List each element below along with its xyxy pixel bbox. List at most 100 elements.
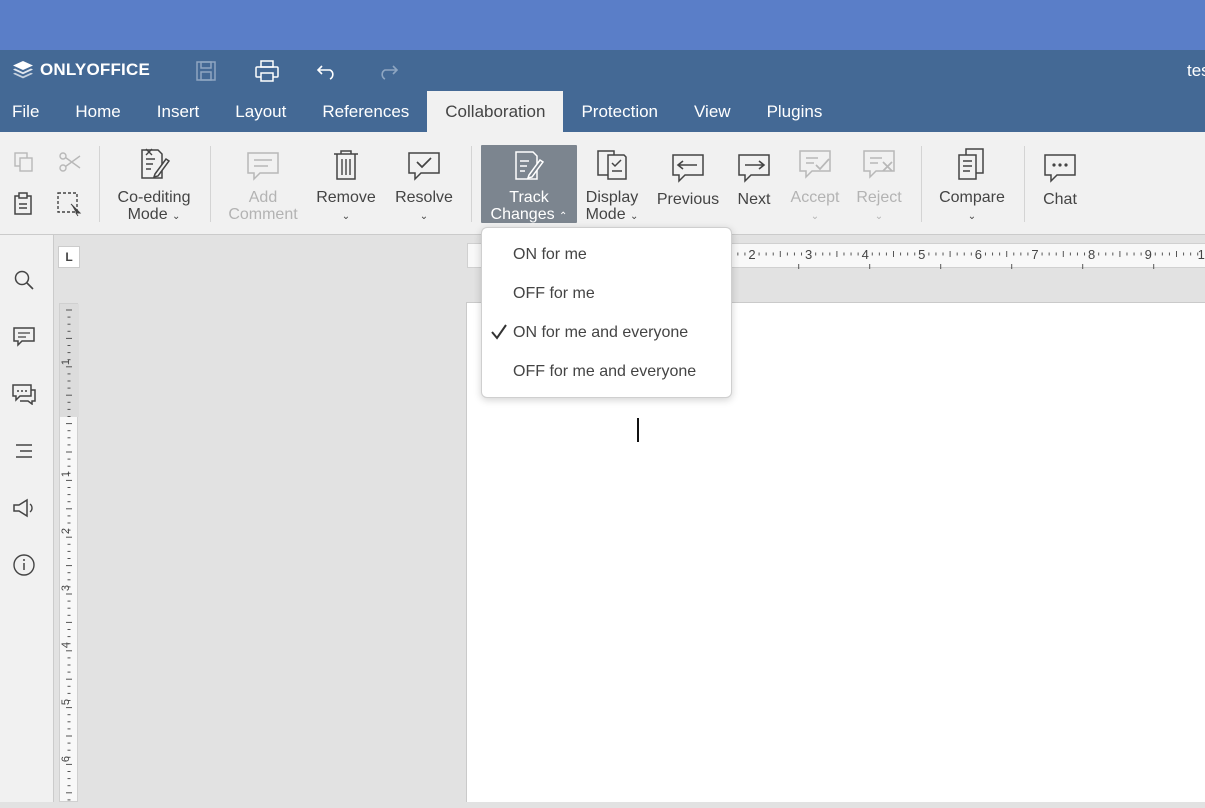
tab-protection[interactable]: Protection [563, 91, 676, 132]
toolbar-separator [921, 146, 922, 222]
accept-label: Accept [790, 189, 840, 206]
add-comment-icon [246, 145, 280, 181]
tab-view[interactable]: View [676, 91, 749, 132]
chevron-down-icon: ⌄ [630, 211, 639, 222]
previous-icon [671, 145, 705, 183]
ruler-number: 5 [918, 247, 925, 262]
cut-icon[interactable] [57, 149, 83, 175]
chat-icon [1043, 145, 1077, 183]
copy-icon[interactable] [11, 149, 37, 175]
display-mode-button[interactable]: Display Mode ⌄ [581, 145, 643, 223]
coediting-label-1: Co-editing [117, 189, 191, 206]
ruler-number: 1 [60, 359, 72, 365]
compare-icon [956, 145, 988, 181]
toolbar-separator [471, 146, 472, 222]
comments-icon[interactable] [10, 323, 38, 351]
ruler-number: 10 [1198, 247, 1205, 262]
info-icon[interactable] [10, 551, 38, 579]
reject-icon [862, 145, 896, 181]
tab-references[interactable]: References [304, 91, 427, 132]
ruler-number: 9 [1145, 247, 1152, 262]
next-icon [737, 145, 771, 183]
tab-home[interactable]: Home [57, 91, 138, 132]
ruler-number: 4 [862, 247, 869, 262]
resolve-button[interactable]: Resolve ⌄ [388, 145, 460, 223]
add-comment-button[interactable]: Add Comment [222, 145, 304, 223]
next-label: Next [737, 191, 771, 208]
menu-bar: File Home Insert Layout References Colla… [0, 91, 1205, 132]
resolve-icon [407, 145, 441, 181]
tab-layout[interactable]: Layout [217, 91, 304, 132]
track-changes-menu: ON for me OFF for me ON for me and every… [481, 227, 732, 398]
coediting-mode-button[interactable]: Co-editing Mode ⌄ [110, 145, 198, 223]
ruler-number: 2 [60, 528, 72, 534]
chevron-down-icon: ⌄ [874, 211, 884, 222]
chevron-down-icon: ⌄ [172, 211, 181, 222]
chevron-down-icon: ⌄ [419, 211, 429, 222]
remove-button[interactable]: Remove ⌄ [311, 145, 381, 223]
compare-label: Compare [939, 189, 1005, 206]
app-logo: ONLYOFFICE [12, 59, 150, 81]
checkmark-icon [491, 324, 507, 340]
chevron-down-icon: ⌄ [810, 211, 820, 222]
title-bar: ONLYOFFICE tes [0, 50, 1205, 91]
compare-button[interactable]: Compare ⌄ [933, 145, 1011, 223]
resolve-label: Resolve [395, 189, 453, 206]
track-changes-button[interactable]: Track Changes ⌃ [481, 145, 577, 223]
left-panel [0, 235, 54, 802]
chevron-down-icon: ⌄ [341, 211, 351, 222]
tab-plugins[interactable]: Plugins [749, 91, 841, 132]
coediting-label-2: Mode [127, 206, 168, 223]
track-changes-label-2: Changes [490, 206, 555, 223]
navigation-icon[interactable] [10, 437, 38, 465]
chevron-down-icon: ⌄ [967, 211, 977, 222]
search-icon[interactable] [10, 266, 38, 294]
coediting-icon [138, 145, 170, 181]
undo-icon[interactable] [314, 58, 340, 84]
chat-label: Chat [1043, 191, 1077, 208]
menu-item-label: OFF for me [513, 284, 595, 302]
print-icon[interactable] [254, 58, 280, 84]
menu-item-label: ON for me and everyone [513, 323, 689, 341]
menu-item-label: ON for me [513, 245, 587, 263]
previous-change-button[interactable]: Previous [652, 145, 724, 223]
save-icon[interactable] [193, 58, 219, 84]
chevron-up-icon: ⌃ [559, 211, 568, 222]
chat-button[interactable]: Chat [1036, 145, 1084, 223]
ruler-number: 5 [60, 699, 72, 705]
text-cursor [637, 418, 639, 442]
track-on-for-everyone[interactable]: ON for me and everyone [482, 313, 731, 352]
paste-icon[interactable] [11, 191, 37, 217]
ruler-number: 6 [975, 247, 982, 262]
track-off-for-me[interactable]: OFF for me [482, 274, 731, 313]
feedback-icon[interactable] [10, 494, 38, 522]
ruler-number: 2 [748, 247, 755, 262]
track-on-for-me[interactable]: ON for me [482, 235, 731, 274]
trash-icon [332, 145, 360, 181]
display-mode-icon [596, 145, 628, 181]
select-all-icon[interactable] [56, 191, 82, 217]
logo-text: ONLYOFFICE [40, 60, 150, 79]
user-name[interactable]: tes [1187, 61, 1205, 81]
chat-icon[interactable] [10, 380, 38, 408]
tab-collaboration[interactable]: Collaboration [427, 91, 564, 132]
tab-stop-selector[interactable]: L [58, 246, 80, 268]
redo-icon[interactable] [375, 58, 401, 84]
ruler-number: 7 [1031, 247, 1038, 262]
track-changes-label-1: Track [509, 189, 549, 206]
accept-icon [798, 145, 832, 181]
accept-button[interactable]: Accept ⌄ [785, 145, 845, 223]
reject-button[interactable]: Reject ⌄ [851, 145, 907, 223]
tab-file[interactable]: File [0, 91, 57, 132]
track-off-for-everyone[interactable]: OFF for me and everyone [482, 352, 731, 391]
toolbar-separator [99, 146, 100, 222]
logo-layers-icon [13, 61, 33, 79]
next-change-button[interactable]: Next [731, 145, 777, 223]
add-comment-label-2: Comment [228, 206, 298, 223]
ruler-number: 1 [60, 471, 72, 477]
toolbar-separator [1024, 146, 1025, 222]
display-mode-label-2: Mode [585, 206, 626, 223]
tab-insert[interactable]: Insert [139, 91, 218, 132]
vertical-ruler[interactable]: 1 1 2 3 4 5 6 [59, 303, 79, 802]
menu-item-label: OFF for me and everyone [513, 362, 697, 380]
